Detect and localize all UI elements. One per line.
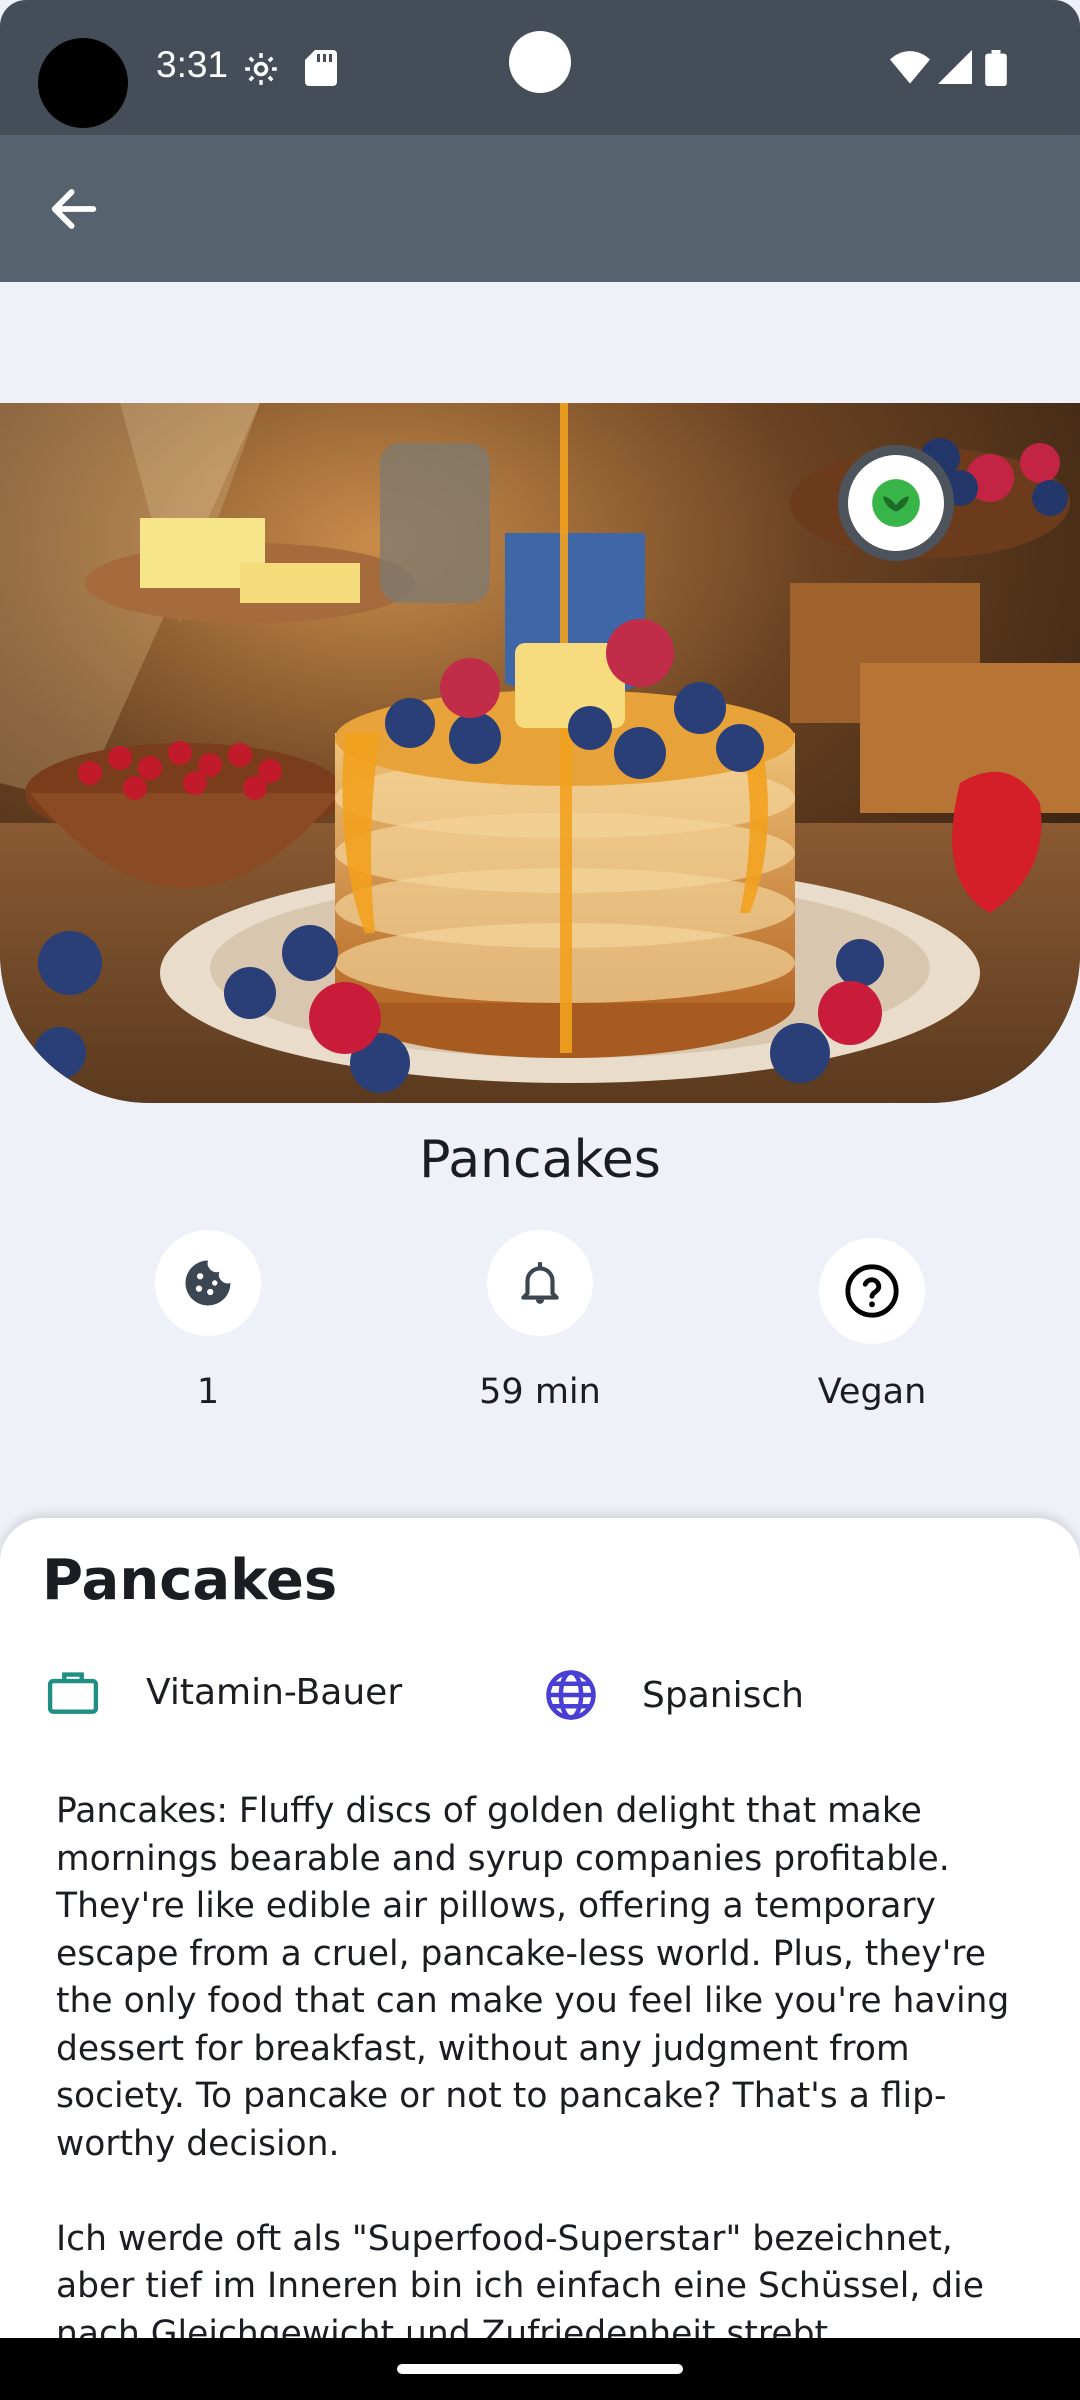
diet-stat: Vegan: [722, 1238, 1022, 1412]
vegan-badge[interactable]: [838, 445, 954, 561]
status-bar: 3:31: [0, 0, 1080, 135]
sd-card-icon: [305, 50, 337, 86]
servings-value: 1: [196, 1372, 220, 1412]
vegan-leaf-icon: [872, 479, 920, 527]
diet-value: Vegan: [817, 1372, 927, 1412]
settings-icon: [245, 53, 277, 85]
recipe-detail-screen: 3:31 Pancakes 1 59 min Vegan Pancakes Vi…: [0, 0, 1080, 2400]
arrow-back-icon: [51, 189, 97, 229]
duration-stat: 59 min: [390, 1230, 690, 1412]
cookie-icon: [185, 1260, 231, 1306]
back-button[interactable]: [36, 171, 112, 247]
recipe-title: Pancakes: [419, 1130, 661, 1190]
briefcase-icon: [47, 1672, 99, 1714]
help-circle-icon: [845, 1264, 899, 1318]
bell-icon: [521, 1262, 559, 1304]
wifi-icon: [890, 51, 930, 84]
globe-icon: [546, 1670, 596, 1720]
servings-icon-circle: [155, 1230, 261, 1336]
recipe-description: Pancakes: Fluffy discs of golden delight…: [56, 1791, 1010, 2354]
recipe-details-sheet[interactable]: Pancakes Vitamin-Bauer Spanisch Pancakes…: [0, 1518, 1080, 2354]
language-row[interactable]: Spanisch: [544, 1668, 804, 1722]
home-gesture-handle[interactable]: [397, 2364, 683, 2374]
status-time: 3:31: [156, 44, 229, 85]
diet-icon-circle: [819, 1238, 925, 1344]
front-camera-cutout: [38, 38, 128, 128]
battery-icon: [985, 50, 1007, 86]
top-app-bar: [0, 135, 1080, 282]
duration-value: 59 min: [479, 1372, 601, 1412]
signal-icon: [938, 50, 972, 84]
duration-icon-circle: [487, 1230, 593, 1336]
author-row[interactable]: Vitamin-Bauer: [46, 1668, 402, 1716]
center-indicator: [509, 31, 571, 93]
language-name: Spanisch: [642, 1674, 804, 1716]
servings-stat: 1: [58, 1230, 358, 1412]
author-name: Vitamin-Bauer: [146, 1671, 403, 1713]
sheet-title: Pancakes: [42, 1548, 338, 1613]
